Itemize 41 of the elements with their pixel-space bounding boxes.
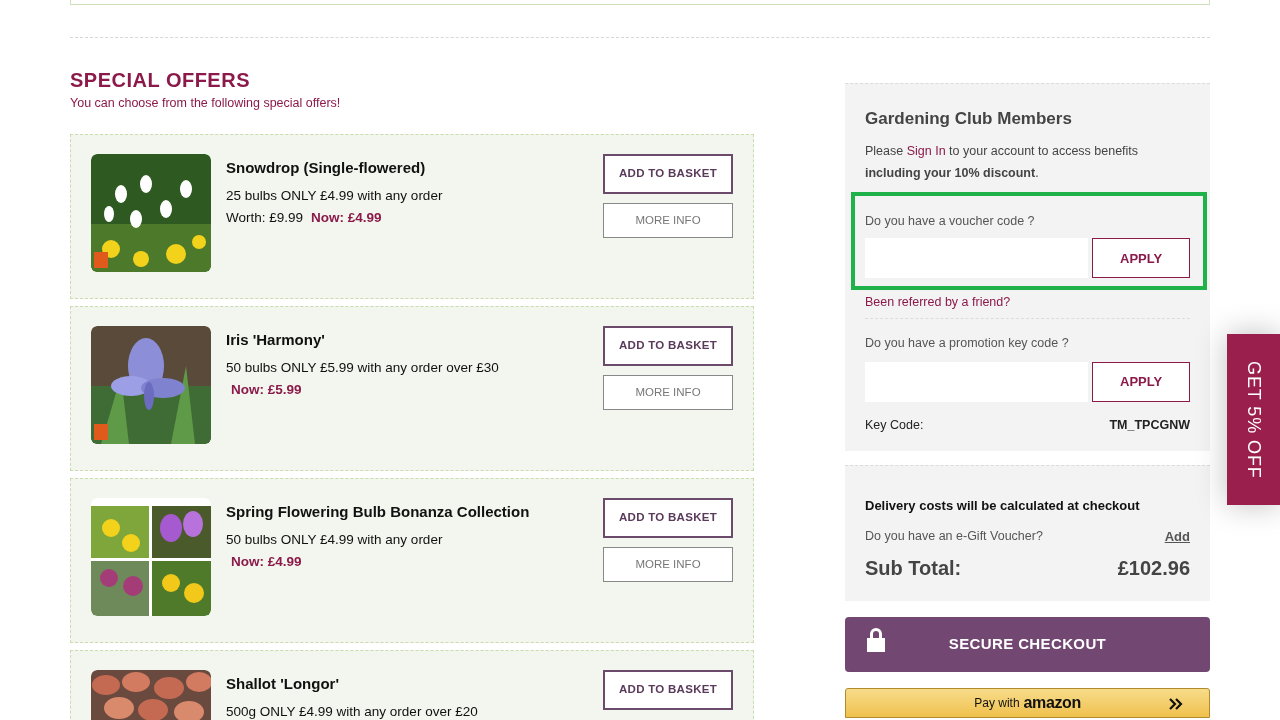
promotion-label: Do you have a promotion key code ? [865,335,1070,352]
key-code-value: TM_TPCGNW [1109,416,1190,434]
product-name: Shallot 'Longor' [226,673,340,694]
sign-in-message: Please Sign In to your account to access benefits including your 10% discount. [865,142,1140,182]
delivery-note: Delivery costs will be calculated at checkout [865,496,1141,515]
worth-price: Worth: £9.99 [226,208,304,227]
more-info-button[interactable]: MORE INFO [603,374,733,410]
offer-price: Now: £5.99 [231,380,302,399]
secure-checkout-button[interactable]: SECURE CHECKOUT [845,616,1210,672]
add-gift-voucher-link[interactable]: Add [1164,527,1190,547]
pay-with-amazon-button[interactable]: Pay with amazon [845,687,1210,718]
more-info-button[interactable]: MORE INFO [603,202,733,238]
apply-button[interactable]: APPLY [1092,361,1190,402]
offer-description: 500g ONLY £4.99 with any order over £20 [226,703,479,720]
product-name: Iris 'Harmony' [226,329,326,350]
product-name: Spring Flowering Bulb Bonanza Collection [226,501,531,522]
add-to-basket-button[interactable]: ADD TO BASKET [603,153,733,194]
gift-voucher-question: Do you have an e-Gift Voucher? [865,528,1043,545]
product-name: Snowdrop (Single-flowered) [226,157,427,178]
offer-price: Now: £4.99 [231,552,302,571]
sign-in-link[interactable]: Sign In [906,143,946,158]
add-to-basket-button[interactable]: ADD TO BASKET [603,497,733,538]
key-code-label: Key Code: [865,416,924,434]
discount-side-tab[interactable]: GET 5% OFF [1227,334,1280,505]
subtotal-label: Sub Total: [865,555,962,581]
offer-description: 50 bulbs ONLY £4.99 with any order [226,531,444,550]
apply-button[interactable]: APPLY [1092,238,1190,279]
section-subtitle: You can choose from the following special offers! [70,95,342,112]
referral-link[interactable]: Been referred by a friend? [865,293,1190,312]
double-chevron-icon [1169,697,1183,710]
panel-title: Gardening Club Members [865,108,1073,130]
padlock-icon [865,626,887,653]
offer-description: 50 bulbs ONLY £5.99 with any order over £30 [226,359,500,378]
more-info-button[interactable]: MORE INFO [603,546,733,582]
add-to-basket-button[interactable]: ADD TO BASKET [603,669,733,710]
add-to-basket-button[interactable]: ADD TO BASKET [603,325,733,366]
offer-description: 25 bulbs ONLY £4.99 with any order [226,187,444,206]
offer-price: Now: £4.99 [311,208,382,227]
voucher-label: Do you have a voucher code ? [865,212,1036,230]
subtotal-value: £102.96 [1117,555,1190,581]
section-title: SPECIAL OFFERS [70,68,251,92]
